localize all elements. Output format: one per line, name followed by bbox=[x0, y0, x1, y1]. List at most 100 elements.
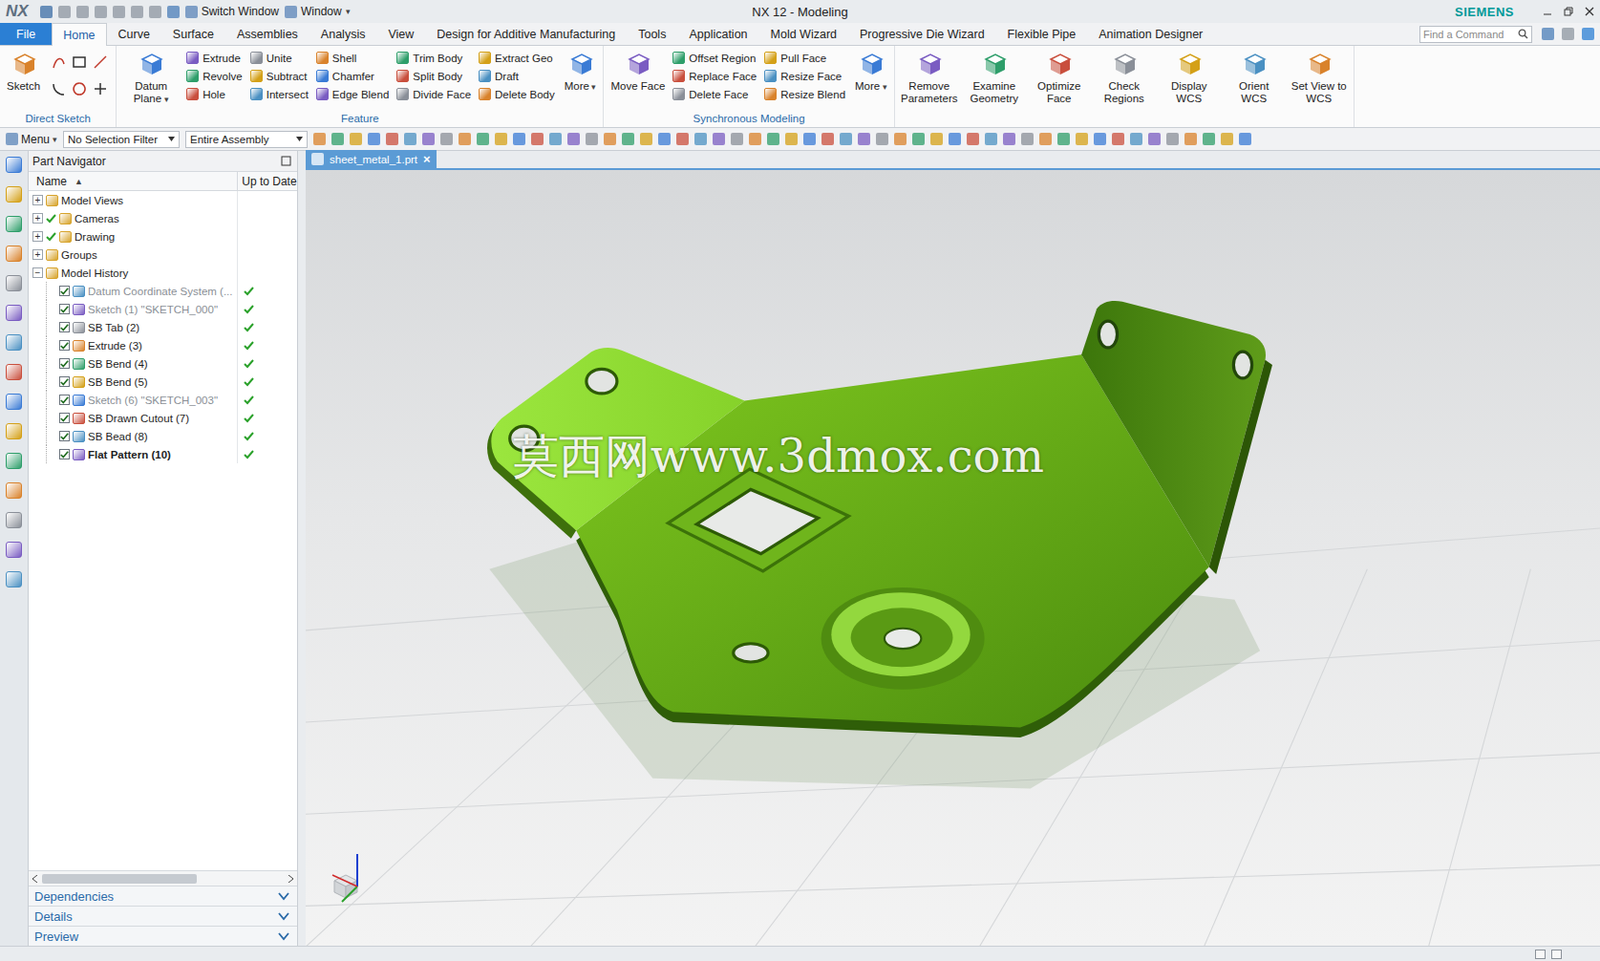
expand-toggle[interactable]: + bbox=[32, 231, 43, 242]
ribbon-button[interactable]: Edge Blend bbox=[316, 85, 391, 104]
ribbon-tab[interactable]: Tools bbox=[626, 22, 678, 45]
ribbon-tab[interactable]: Curve bbox=[106, 22, 162, 45]
resource-tab-icon[interactable] bbox=[5, 541, 22, 558]
maximize-icon[interactable] bbox=[280, 155, 292, 167]
ribbon-button[interactable]: Divide Face bbox=[396, 85, 473, 104]
toolbar-icon[interactable] bbox=[476, 132, 490, 146]
ribbon-tab[interactable]: Surface bbox=[161, 22, 226, 45]
suppress-checkbox[interactable] bbox=[59, 430, 70, 442]
toolbar-icon[interactable] bbox=[385, 132, 399, 146]
quick-access-icon[interactable] bbox=[58, 5, 71, 19]
toolbar-icon[interactable] bbox=[404, 132, 417, 146]
toolbar-icon[interactable] bbox=[839, 132, 853, 146]
resource-tab-icon[interactable] bbox=[5, 156, 22, 173]
toolbar-icon[interactable] bbox=[1148, 132, 1161, 146]
resource-tab-icon[interactable] bbox=[5, 275, 22, 292]
restore-icon[interactable] bbox=[1563, 6, 1574, 17]
ribbon-button[interactable]: Hole bbox=[186, 85, 245, 104]
ribbon-tab[interactable]: Home bbox=[51, 22, 107, 46]
close-icon[interactable] bbox=[1584, 6, 1595, 17]
toolbar-icon[interactable] bbox=[984, 132, 998, 146]
toolbar-icon[interactable] bbox=[676, 132, 689, 146]
toolbar-icon[interactable] bbox=[1184, 132, 1197, 146]
selection-dropdown[interactable]: Entire Assembly bbox=[185, 130, 308, 149]
toolbar-icon[interactable] bbox=[821, 132, 834, 146]
ribbon-button[interactable]: Delete Face bbox=[672, 85, 759, 104]
quick-access-icon[interactable] bbox=[149, 5, 162, 19]
expand-toggle[interactable]: + bbox=[32, 194, 43, 206]
ribbon-button[interactable]: Unite bbox=[250, 48, 311, 67]
suppress-checkbox[interactable] bbox=[59, 394, 70, 406]
viewport[interactable]: 莫西网www.3dmox.com bbox=[305, 170, 1600, 946]
resource-tab-icon[interactable] bbox=[5, 393, 22, 410]
close-tab[interactable]: × bbox=[423, 152, 431, 166]
ribbon-button[interactable]: Resize Face bbox=[764, 66, 848, 86]
ribbon-tab[interactable]: File bbox=[0, 22, 52, 45]
toolbar-icon[interactable] bbox=[1111, 132, 1125, 146]
ribbon-button[interactable]: Pull Face bbox=[764, 48, 848, 67]
expand-toggle[interactable]: − bbox=[32, 267, 43, 278]
toolbar-icon[interactable] bbox=[349, 132, 363, 146]
suppress-checkbox[interactable] bbox=[59, 321, 70, 333]
scroll-left-icon[interactable] bbox=[32, 874, 39, 883]
tree-row[interactable]: Extrude (3) bbox=[28, 336, 298, 355]
toolbar-icon[interactable] bbox=[948, 132, 961, 146]
toolbar-icon[interactable] bbox=[621, 132, 635, 146]
ribbon-large-button[interactable]: More ▾ bbox=[853, 48, 890, 95]
ribbon-tab[interactable]: Progressive Die Wizard bbox=[848, 22, 997, 45]
ribbon-large-button[interactable]: Sketch bbox=[4, 48, 43, 94]
expand-toggle[interactable]: + bbox=[32, 249, 43, 260]
suppress-checkbox[interactable] bbox=[59, 340, 70, 351]
ribbon-large-button[interactable]: Optimize Face bbox=[1029, 48, 1089, 107]
splitter[interactable] bbox=[298, 150, 306, 946]
tree-row[interactable]: +Cameras bbox=[28, 209, 298, 228]
selection-dropdown[interactable]: No Selection Filter bbox=[63, 130, 180, 149]
suppress-checkbox[interactable] bbox=[59, 285, 70, 297]
ribbon-large-button[interactable]: Orient WCS bbox=[1224, 48, 1284, 107]
status-icon[interactable] bbox=[1551, 949, 1562, 960]
ribbon-large-button[interactable]: Move Face bbox=[608, 48, 667, 94]
ribbon-tab[interactable]: Analysis bbox=[309, 22, 378, 45]
ribbon-button[interactable]: Draft bbox=[478, 66, 557, 86]
sketch-tool-icon[interactable] bbox=[92, 54, 108, 70]
resource-tab-icon[interactable] bbox=[5, 363, 22, 381]
tree-row[interactable]: Sketch (1) "SKETCH_000" bbox=[28, 299, 298, 319]
ribbon-button[interactable]: Chamfer bbox=[316, 66, 391, 86]
toolbar-icon[interactable] bbox=[767, 132, 780, 146]
toolbar-icon[interactable] bbox=[1238, 132, 1252, 146]
resource-tab-icon[interactable] bbox=[5, 334, 22, 351]
toolbar-icon[interactable] bbox=[966, 132, 980, 146]
command-search-input[interactable] bbox=[1423, 28, 1518, 41]
ribbon-large-button[interactable]: Set View to WCS bbox=[1289, 48, 1349, 107]
menu-button[interactable]: Menu▾ bbox=[5, 132, 58, 147]
tree-row[interactable]: SB Tab (2) bbox=[28, 318, 298, 337]
tree-row[interactable]: SB Drawn Cutout (7) bbox=[28, 408, 298, 427]
toolbar-icon[interactable] bbox=[912, 132, 925, 146]
toolbar-icon[interactable] bbox=[658, 132, 671, 146]
toolbar-icon[interactable] bbox=[1057, 132, 1070, 146]
quick-command[interactable]: Window▾ bbox=[284, 4, 351, 19]
part-tab[interactable]: sheet_metal_1.prt× bbox=[305, 149, 437, 169]
ribbon-button[interactable]: Revolve bbox=[186, 66, 245, 86]
ribbon-large-button[interactable]: Display WCS bbox=[1159, 48, 1219, 107]
ribbon-large-button[interactable]: Datum Plane ▾ bbox=[121, 48, 181, 107]
toolbar-icon[interactable] bbox=[1202, 132, 1216, 146]
ribbon-button[interactable]: Delete Body bbox=[478, 85, 557, 104]
sketch-tool-icon[interactable] bbox=[71, 54, 87, 70]
scroll-right-icon[interactable] bbox=[287, 874, 294, 883]
toolbar-icon[interactable] bbox=[1075, 132, 1088, 146]
quick-access-icon[interactable] bbox=[40, 5, 53, 19]
collapse-ribbon-icon[interactable] bbox=[1561, 27, 1575, 41]
ribbon-button[interactable]: Intersect bbox=[250, 85, 311, 104]
ribbon-tab[interactable]: Assemblies bbox=[225, 22, 310, 45]
toolbar-icon[interactable] bbox=[857, 132, 871, 146]
quick-access-icon[interactable] bbox=[76, 5, 89, 19]
resource-tab-icon[interactable] bbox=[5, 452, 22, 470]
ribbon-button[interactable]: Offset Region bbox=[672, 48, 759, 67]
quick-access-icon[interactable] bbox=[94, 5, 107, 19]
toolbar-icon[interactable] bbox=[712, 132, 726, 146]
toolbar-icon[interactable] bbox=[458, 132, 471, 146]
scroll-thumb[interactable] bbox=[42, 874, 197, 884]
toolbar-icon[interactable] bbox=[313, 132, 326, 146]
resource-tab-icon[interactable] bbox=[5, 215, 22, 233]
